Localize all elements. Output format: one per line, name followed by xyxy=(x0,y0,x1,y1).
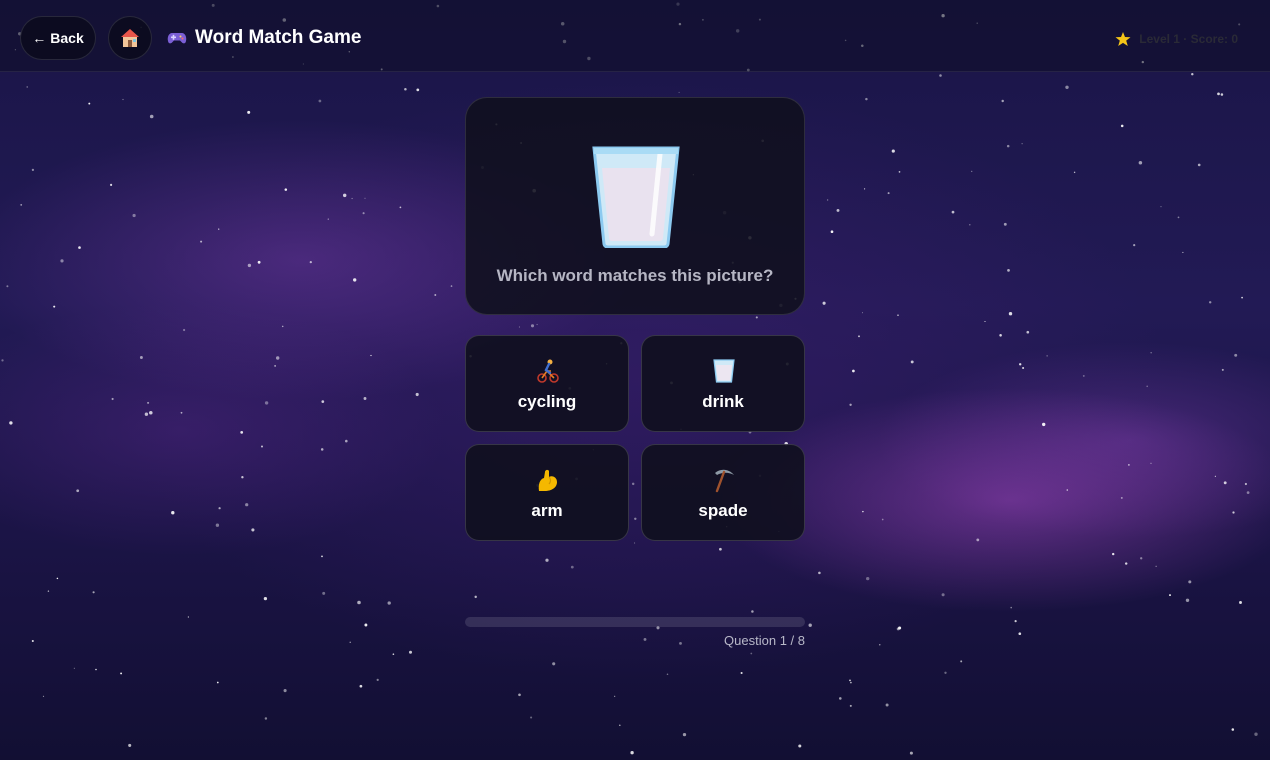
house-icon xyxy=(121,29,139,47)
answer-option-cycling[interactable]: cycling xyxy=(465,335,629,432)
glass-of-milk-icon xyxy=(713,359,735,383)
back-button-label: Back xyxy=(50,30,84,46)
gamepad-icon xyxy=(167,33,187,44)
pick-icon xyxy=(715,469,734,493)
page-title-text: Word Match Game xyxy=(195,27,362,48)
progress-bar xyxy=(465,617,805,627)
page-title: Word Match Game xyxy=(167,22,361,54)
star-icon xyxy=(1115,32,1131,46)
glass-of-milk-icon xyxy=(592,146,680,248)
answer-option-label: spade xyxy=(698,501,748,520)
cyclist-icon xyxy=(537,359,559,383)
flexed-biceps-icon xyxy=(538,469,557,491)
level-indicator: Level 1 · Score: 0 xyxy=(1115,28,1238,50)
level-text: Level 1 · Score: 0 xyxy=(1139,32,1238,46)
top-bar: ← Back Word Match Game Level 1 · Score: … xyxy=(0,0,1270,72)
answer-option-arm[interactable]: arm xyxy=(465,444,629,541)
answer-option-label: arm xyxy=(531,501,563,520)
question-prompt: Which word matches this picture? xyxy=(496,266,774,285)
answer-option-label: drink xyxy=(702,392,744,411)
answer-option-drink[interactable]: drink xyxy=(641,335,805,432)
home-button[interactable] xyxy=(108,16,152,60)
back-button[interactable]: ← Back xyxy=(20,16,96,60)
question-counter: Question 1 / 8 xyxy=(724,633,805,648)
answer-option-spade[interactable]: spade xyxy=(641,444,805,541)
answer-option-label: cycling xyxy=(517,392,577,411)
question-card: Which word matches this picture? xyxy=(465,97,805,315)
back-arrow-icon: ← xyxy=(32,30,47,46)
